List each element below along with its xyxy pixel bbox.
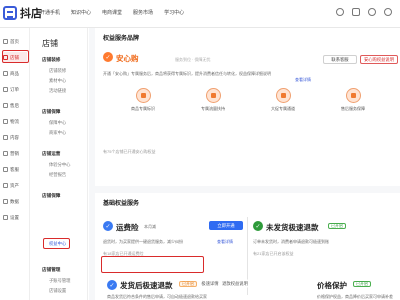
highlight-shop bbox=[2, 50, 29, 63]
avatar[interactable] bbox=[384, 8, 392, 16]
price-protection-description: 价格保护权益，商品降价后买家可申请补差 bbox=[317, 294, 393, 299]
rights-subtitle: 服务到位 · 保障无忧 bbox=[175, 57, 211, 62]
freight-tag: 本月减 bbox=[144, 224, 156, 229]
rights-title: 权益服务品牌 bbox=[103, 36, 140, 42]
subnav-link[interactable]: 保障中心 bbox=[49, 120, 66, 126]
logistics-icon bbox=[3, 119, 8, 124]
top-right-tools bbox=[336, 8, 392, 16]
order-icon bbox=[3, 87, 8, 92]
feature-2: 专属流量扶持 bbox=[185, 88, 241, 112]
shop-subnav: 店铺 店铺装修 店铺装修 素材中心 活动链接 店铺保障 保障中心 商家中心 店铺… bbox=[31, 28, 88, 300]
sidebar-item-content[interactable]: 内容 bbox=[3, 132, 27, 143]
no-delivery-title: 未发货极速退款 bbox=[266, 223, 319, 232]
subnav-link[interactable]: 体验分中心 bbox=[49, 162, 70, 168]
contact-service-button[interactable]: 联系客服 bbox=[323, 55, 357, 64]
message-icon[interactable] bbox=[352, 8, 360, 16]
fast-refund-status-badge: 已开启 bbox=[179, 281, 197, 287]
basic-rights-title: 基础权益服务 bbox=[103, 201, 140, 207]
home-icon bbox=[3, 39, 8, 44]
sidebar-item-product[interactable]: 商品 bbox=[3, 68, 27, 79]
subnav-link[interactable]: 活动链接 bbox=[49, 88, 66, 94]
subnav-title: 店铺 bbox=[42, 39, 58, 48]
basic-rights-card: 基础权益服务 ✓ 运费险 本月减 退货时，为买家提供一键退货服务，减少纠纷 查看… bbox=[95, 193, 400, 300]
sidebar-item-home[interactable]: 首页 bbox=[3, 36, 27, 47]
rights-detail-link[interactable]: 查看详情 bbox=[295, 77, 311, 83]
fast-refund-description: 商品发货后符合条件的售后申请，可自动极速退款给买家 bbox=[107, 294, 207, 299]
logo-text: 抖店 bbox=[20, 8, 42, 20]
refund-icon: ✓ bbox=[253, 221, 263, 231]
no-delivery-description: 订单未发货时，消费者申请退款可极速到账 bbox=[253, 239, 329, 244]
highlight-fast-refund bbox=[101, 256, 204, 273]
content-icon bbox=[3, 135, 8, 140]
top-nav-item[interactable]: 学习中心 bbox=[164, 9, 184, 16]
freight-detail-link[interactable]: 查看详情 bbox=[217, 239, 233, 245]
app-logo[interactable]: 抖店 bbox=[3, 5, 42, 21]
marketing-icon bbox=[3, 151, 8, 156]
subnav-link[interactable]: 经营报告 bbox=[49, 172, 66, 178]
fast-refund-explain-button[interactable]: 退款权益说明 bbox=[222, 279, 248, 288]
price-protection-status-badge: 已开启 bbox=[353, 281, 371, 287]
fast-refund-icon: ✓ bbox=[107, 280, 117, 290]
promotion-icon bbox=[275, 88, 291, 103]
freight-title: 运费险 bbox=[116, 223, 139, 232]
price-protection-title: 价格保护 bbox=[317, 281, 347, 290]
subnav-group[interactable]: 店铺保障 bbox=[42, 109, 60, 115]
fast-refund-title: 发货后极速退款 bbox=[120, 281, 173, 290]
chart-icon bbox=[3, 199, 8, 204]
top-nav-item[interactable]: 服务市场 bbox=[133, 9, 153, 16]
subnav-link[interactable]: 商家中心 bbox=[49, 130, 66, 136]
subnav-link[interactable]: 店铺装修 bbox=[49, 68, 66, 74]
feature-3: 大促专属通道 bbox=[255, 88, 311, 112]
top-nav-item[interactable]: 开通手机 bbox=[40, 9, 60, 16]
sidebar-item-marketing[interactable]: 营销 bbox=[3, 148, 27, 159]
anxin-logo-icon: ✓ bbox=[103, 52, 113, 62]
headset-icon bbox=[3, 167, 8, 172]
traffic-icon bbox=[205, 88, 221, 103]
feature-4: 售后服务保障 bbox=[325, 88, 381, 112]
rights-footer-note: 有75个店铺已开通安心购权益 bbox=[103, 149, 156, 154]
logo-icon bbox=[3, 6, 17, 20]
sidebar-item-order[interactable]: 订单 bbox=[3, 84, 27, 95]
gear-icon bbox=[3, 215, 8, 220]
subnav-link[interactable]: 店铺设置 bbox=[49, 288, 66, 294]
search-icon[interactable] bbox=[336, 8, 344, 16]
anxin-explain-button[interactable]: 安心购权益说明 bbox=[360, 55, 398, 64]
sidebar-item-service[interactable]: 客服 bbox=[3, 164, 27, 175]
rights-brand-card: 权益服务品牌 服务到位 · 保障无忧 ✓ 安心购 开通「安心购」专属服务后，商品… bbox=[95, 28, 400, 186]
tag-icon bbox=[135, 88, 151, 103]
freight-open-button[interactable]: 立即开通 bbox=[209, 221, 243, 230]
subnav-link[interactable]: 子账号管理 bbox=[49, 278, 70, 284]
top-nav-item[interactable]: 知识中心 bbox=[71, 9, 91, 16]
subnav-group[interactable]: 店铺装修 bbox=[42, 57, 60, 63]
feature-1: 商品专属标识 bbox=[115, 88, 171, 112]
subnav-group[interactable]: 店铺运营 bbox=[42, 151, 60, 157]
bell-icon[interactable] bbox=[368, 8, 376, 16]
highlight-rights-center bbox=[43, 238, 70, 249]
subnav-group[interactable]: 店铺管理 bbox=[42, 267, 60, 273]
freight-description: 退货时，为买家提供一键退货服务，减少纠纷 bbox=[103, 239, 183, 244]
aftersale-icon bbox=[3, 103, 8, 108]
shield-icon bbox=[345, 88, 361, 103]
wallet-icon bbox=[3, 183, 8, 188]
subnav-group[interactable]: 店铺保障 bbox=[42, 193, 60, 199]
sidebar-item-data[interactable]: 数据 bbox=[3, 196, 27, 207]
subnav-link[interactable]: 素材中心 bbox=[49, 78, 66, 84]
no-delivery-footer: 有21家店已开启该权益 bbox=[253, 251, 294, 256]
product-icon bbox=[3, 71, 8, 76]
sidebar-item-assets[interactable]: 资产 bbox=[3, 180, 27, 191]
sidebar: 首页 店铺 商品 订单 售后 物流 内容 营销 客服 资产 数据 设置 bbox=[0, 28, 30, 300]
sidebar-item-settings[interactable]: 设置 bbox=[3, 212, 27, 223]
sidebar-item-aftersale[interactable]: 售后 bbox=[3, 100, 27, 111]
top-bar: 抖店 开通手机 知识中心 电商课堂 服务市场 学习中心 bbox=[0, 0, 400, 28]
sidebar-item-logistics[interactable]: 物流 bbox=[3, 116, 27, 127]
freight-insurance-icon: ✓ bbox=[103, 221, 113, 231]
fast-refund-detail-button[interactable]: 极速详情 bbox=[199, 279, 221, 288]
top-nav: 开通手机 知识中心 电商课堂 服务市场 学习中心 bbox=[40, 9, 184, 16]
top-nav-item[interactable]: 电商课堂 bbox=[102, 9, 122, 16]
anxin-brand-name: 安心购 bbox=[116, 54, 139, 63]
no-delivery-status-badge: 已开启 bbox=[328, 223, 346, 229]
